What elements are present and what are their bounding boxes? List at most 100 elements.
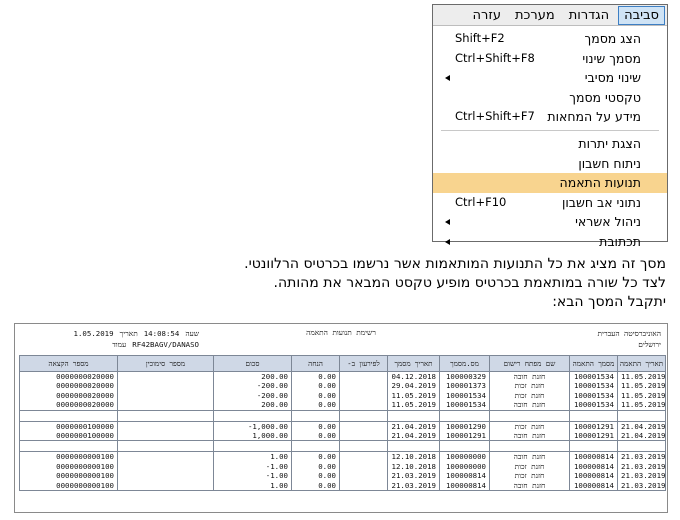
- column-header: מספר הקצאה: [19, 355, 118, 372]
- table-cell: 100001534: [569, 390, 618, 401]
- table-cell: 1,000.00: [213, 431, 292, 442]
- table-cell: 0000000000100: [19, 471, 118, 481]
- description-line: יתקבל המסך הבא:: [552, 294, 666, 310]
- column-header: סכום: [213, 355, 292, 372]
- table-cell: 100000000: [439, 451, 490, 462]
- table-cell: 100001534: [439, 400, 490, 411]
- table-cell: 0000000020000: [19, 381, 118, 391]
- menu-item-shortcut: Shift+F2: [455, 31, 505, 45]
- table-cell: 0000000020000: [19, 400, 118, 411]
- spacer-cell: [291, 440, 340, 453]
- spacer-cell: [489, 410, 570, 422]
- table-body: 11.05.2019 100001534 חזנת חובה 100000329 04.…: [19, 371, 666, 492]
- table-cell: 11.05.2019: [387, 400, 440, 411]
- group-spacer: [19, 440, 666, 453]
- menu-item[interactable]: ניתוח חשבון: [433, 154, 667, 174]
- table-cell: 100000814: [569, 471, 618, 481]
- table-cell: 11.05.2019: [617, 390, 666, 401]
- table-cell: חזנת חובה: [489, 400, 570, 411]
- table-cell: 0.00: [291, 480, 340, 492]
- table-cell: [117, 371, 214, 382]
- table-cell: [339, 451, 388, 462]
- table-cell: -200.00: [213, 390, 292, 401]
- report-table: תאריך התאמה מסמך התאמה שם מפתח רישום מס.מסמ…: [19, 355, 666, 492]
- menu-item[interactable]: טקסטי מסמך: [433, 88, 667, 108]
- spacer-cell: [489, 440, 570, 453]
- submenu-arrow-icon: [445, 75, 450, 82]
- table-cell: 29.04.2019: [387, 381, 440, 391]
- table-cell: 0.00: [291, 390, 340, 401]
- menu-item[interactable]: מסמך שינוי Ctrl+Shift+F8: [433, 49, 667, 69]
- table-cell: [339, 381, 388, 391]
- menu-item[interactable]: שינוי מסיבי: [433, 68, 667, 88]
- table-cell: [339, 420, 388, 432]
- table-cell: 100000814: [439, 471, 490, 481]
- table-cell: 12.10.2018: [387, 451, 440, 462]
- menu-item[interactable]: הצג מסמך Shift+F2: [433, 29, 667, 49]
- menu-settings[interactable]: הגדרות: [564, 7, 614, 24]
- menu-item-label: ניהול אשראי: [575, 214, 641, 230]
- menu-system[interactable]: מערכת: [510, 7, 560, 24]
- table-cell: 0.00: [291, 371, 340, 382]
- table-cell: 21.03.2019: [387, 471, 440, 481]
- table-cell: -1.00: [213, 461, 292, 472]
- spacer-cell: [213, 410, 292, 422]
- spacer-cell: [569, 440, 618, 453]
- table-cell: חזנת חובה: [489, 451, 570, 462]
- spacer-cell: [213, 440, 292, 453]
- table-cell: 100001291: [569, 420, 618, 432]
- table-cell: 100000814: [569, 451, 618, 462]
- table-cell: 21.03.2019: [617, 451, 666, 462]
- table-cell: 0.00: [291, 381, 340, 391]
- column-header: תאריך התאמה: [617, 355, 666, 372]
- report-meta: שעה 14:08:54 תאריך 1.05.2019 RF42BAGV/DA…: [19, 328, 199, 350]
- menu-item[interactable]: תנועות התאמה: [433, 173, 667, 193]
- table-cell: חזנת חובה: [489, 431, 570, 442]
- table-cell: 21.03.2019: [617, 471, 666, 481]
- table-cell: 0000000020000: [19, 371, 118, 382]
- menu-help[interactable]: עזרה: [468, 7, 506, 24]
- company-city: ירושלים: [638, 340, 661, 349]
- table-row: 11.05.2019 100001534 חזנת זכות 100001534 11.…: [19, 390, 666, 401]
- menu-item[interactable]: ניהול אשראי: [433, 212, 667, 232]
- table-cell: 21.03.2019: [617, 480, 666, 492]
- table-cell: 100001291: [569, 431, 618, 442]
- menu-item[interactable]: תכתובת: [433, 232, 667, 252]
- table-cell: 100000814: [439, 480, 490, 492]
- date-label: תאריך: [119, 329, 138, 338]
- table-cell: 100000814: [569, 461, 618, 472]
- menu-environment[interactable]: סביבה: [618, 5, 665, 25]
- menu-item-label: ניתוח חשבון: [578, 155, 641, 171]
- menu-item[interactable]: נתוני אב חשבון Ctrl+F10: [433, 193, 667, 213]
- table-cell: 21.03.2019: [387, 480, 440, 492]
- program-id: RF42BAGV/DANASO: [132, 340, 199, 349]
- description-text: מסך זה מציג את כל התנועות המותאמות אשר נ…: [206, 255, 666, 312]
- table-cell: [339, 371, 388, 382]
- table-cell: [339, 400, 388, 411]
- table-cell: 0000000000100: [19, 480, 118, 492]
- menu-item-label: תכתובת: [599, 233, 641, 249]
- table-cell: [339, 461, 388, 472]
- time-value: 14:08:54: [143, 329, 180, 338]
- menu-item[interactable]: הצגת יתרות: [433, 134, 667, 154]
- table-cell: 1.00: [213, 480, 292, 492]
- table-cell: 0.00: [291, 461, 340, 472]
- context-menu: סביבה הגדרות מערכת עזרה הצג מסמך Shift+F2…: [432, 4, 668, 249]
- column-header: מסמך התאמה: [569, 355, 618, 372]
- menu-item-shortcut: Ctrl+Shift+F7: [455, 109, 535, 124]
- description-line: מסך זה מציג את כל התנועות המותאמות אשר נ…: [244, 256, 666, 272]
- spacer-cell: [291, 410, 340, 422]
- table-cell: [117, 451, 214, 462]
- menu-item[interactable]: מידע על המחאות Ctrl+Shift+F7: [433, 107, 667, 127]
- spacer-cell: [439, 410, 490, 422]
- spacer-cell: [439, 440, 490, 453]
- table-cell: 1.00: [213, 451, 292, 462]
- spacer-cell: [19, 440, 118, 453]
- column-header: לפירעון ב-: [339, 355, 388, 372]
- table-cell: 0.00: [291, 471, 340, 481]
- table-row: 11.05.2019 100001534 חזנת חובה 100001534 11.…: [19, 400, 666, 411]
- spacer-cell: [339, 440, 388, 453]
- menu-separator: [441, 129, 659, 131]
- table-cell: 21.04.2019: [387, 431, 440, 442]
- column-header: מס.מסמך: [439, 355, 490, 372]
